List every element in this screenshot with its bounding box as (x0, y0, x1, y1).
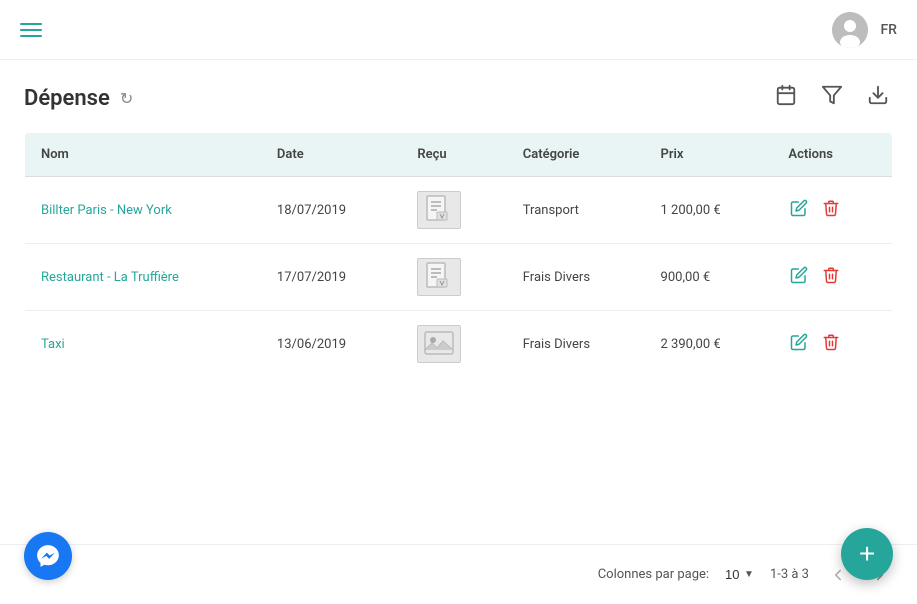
row-name-cell: Restaurant - La Truffière (25, 244, 261, 311)
row-actions-cell (772, 177, 892, 244)
col-header-name: Nom (25, 133, 261, 177)
row-category-cell: Frais Divers (507, 244, 645, 311)
chevron-down-icon: ▼ (744, 569, 754, 580)
row-receipt-cell (401, 244, 506, 311)
expense-name-link[interactable]: Restaurant - La Truffière (41, 270, 179, 285)
expense-table: Nom Date Reçu Catégorie Prix Actions Bil… (24, 132, 893, 378)
receipt-thumbnail[interactable] (417, 325, 461, 363)
row-name-cell: Billter Paris - New York (25, 177, 261, 244)
row-receipt-cell (401, 311, 506, 378)
add-fab-button[interactable]: + (841, 528, 893, 580)
row-date-cell: 18/07/2019 (261, 177, 401, 244)
table-row: Restaurant - La Truffière 17/07/2019 Frai… (25, 244, 893, 311)
columns-per-page-label: Colonnes par page: (598, 567, 709, 582)
table-row: Billter Paris - New York 18/07/2019 Trans… (25, 177, 893, 244)
col-header-category: Catégorie (507, 133, 645, 177)
avatar[interactable] (832, 12, 868, 48)
row-price-cell: 1 200,00 € (645, 177, 773, 244)
footer: Colonnes par page: 10 25 50 ▼ 1-3 à 3 (0, 544, 917, 604)
row-date-cell: 13/06/2019 (261, 311, 401, 378)
per-page-selector[interactable]: 10 25 50 ▼ (725, 567, 754, 582)
edit-button[interactable] (788, 197, 810, 224)
download-icon-button[interactable] (863, 80, 893, 116)
col-header-receipt: Reçu (401, 133, 506, 177)
action-buttons (788, 264, 876, 291)
action-buttons (788, 331, 876, 358)
receipt-thumbnail[interactable] (417, 258, 461, 296)
col-header-date: Date (261, 133, 401, 177)
row-actions-cell (772, 244, 892, 311)
expense-name-link[interactable]: Billter Paris - New York (41, 203, 172, 218)
row-price-cell: 900,00 € (645, 244, 773, 311)
hamburger-menu-icon[interactable] (20, 23, 42, 37)
per-page-select-input[interactable]: 10 25 50 (725, 567, 740, 582)
col-header-actions: Actions (772, 133, 892, 177)
filter-icon-button[interactable] (817, 80, 847, 116)
calendar-icon-button[interactable] (771, 80, 801, 116)
header: FR (0, 0, 917, 60)
header-right: FR (832, 12, 897, 48)
row-actions-cell (772, 311, 892, 378)
page-title: Dépense (24, 86, 110, 111)
row-name-cell: Taxi (25, 311, 261, 378)
delete-button[interactable] (820, 197, 842, 224)
receipt-thumbnail[interactable] (417, 191, 461, 229)
edit-button[interactable] (788, 264, 810, 291)
delete-button[interactable] (820, 264, 842, 291)
refresh-icon[interactable]: ↻ (120, 89, 133, 108)
title-left: Dépense ↻ (24, 86, 133, 111)
edit-button[interactable] (788, 331, 810, 358)
table-body: Billter Paris - New York 18/07/2019 Trans… (25, 177, 893, 378)
col-header-price: Prix (645, 133, 773, 177)
header-left (20, 23, 42, 37)
row-category-cell: Transport (507, 177, 645, 244)
messenger-bubble[interactable] (24, 532, 72, 580)
table-header: Nom Date Reçu Catégorie Prix Actions (25, 133, 893, 177)
page-info: 1-3 à 3 (770, 567, 809, 582)
expense-name-link[interactable]: Taxi (41, 337, 65, 352)
table-row: Taxi 13/06/2019 Frais Divers2 390,00 € (25, 311, 893, 378)
row-date-cell: 17/07/2019 (261, 244, 401, 311)
language-label[interactable]: FR (880, 22, 897, 38)
row-price-cell: 2 390,00 € (645, 311, 773, 378)
title-bar: Dépense ↻ (24, 80, 893, 116)
row-receipt-cell (401, 177, 506, 244)
action-buttons (788, 197, 876, 224)
row-category-cell: Frais Divers (507, 311, 645, 378)
main-page: Dépense ↻ (0, 60, 917, 398)
delete-button[interactable] (820, 331, 842, 358)
title-actions (771, 80, 893, 116)
